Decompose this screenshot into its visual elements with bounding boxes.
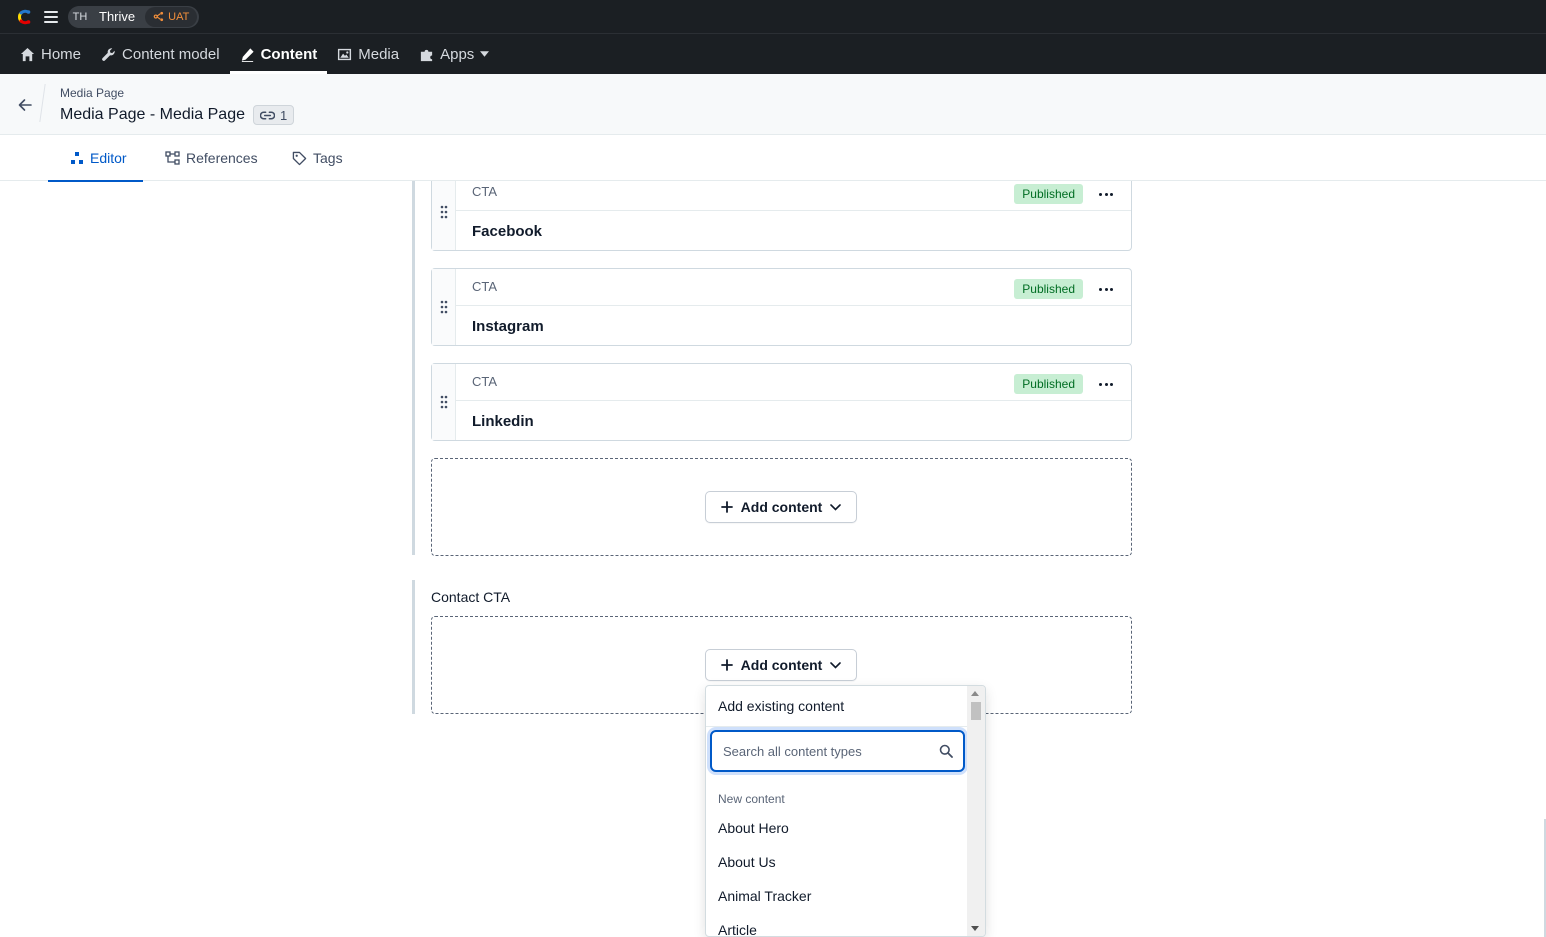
header-divider (39, 84, 46, 122)
card-divider (456, 210, 1131, 211)
home-icon (20, 47, 35, 61)
references-icon (165, 151, 180, 165)
contentful-logo-icon[interactable] (14, 7, 34, 27)
status-badge: Published (1014, 374, 1083, 394)
main-nav: Home Content model Content Media Apps (0, 33, 1546, 74)
nav-content[interactable]: Content (229, 34, 328, 74)
status-badge: Published (1014, 279, 1083, 299)
nav-content-model[interactable]: Content model (91, 34, 230, 74)
top-bar: TH Thrive UAT (0, 0, 1546, 33)
content-type-search[interactable] (710, 730, 965, 772)
menu-divider (706, 726, 967, 727)
status-badge: Published (1014, 184, 1083, 204)
nav-home-label: Home (41, 45, 82, 63)
scrollbar-thumb[interactable] (971, 702, 981, 720)
nav-content-model-label: Content model (122, 45, 220, 63)
space-switcher[interactable]: TH Thrive UAT (68, 5, 200, 28)
new-content-group-label: New content (718, 792, 785, 806)
tab-references[interactable]: References (165, 135, 258, 181)
scroll-up-icon[interactable] (971, 691, 979, 696)
content-type-item[interactable]: About Us (718, 854, 776, 870)
card-divider (456, 400, 1131, 401)
drag-handle-icon[interactable] (432, 364, 456, 440)
chevron-down-icon (830, 661, 842, 669)
nav-apps-label: Apps (440, 45, 475, 63)
add-content-menu: Add existing content New content About H… (705, 685, 986, 937)
edit-icon (241, 47, 254, 62)
environment-name: UAT (168, 10, 190, 23)
scroll-down-icon[interactable] (971, 926, 979, 931)
add-content-button[interactable]: Add content (705, 491, 857, 523)
content-type-item[interactable]: Article (718, 922, 757, 936)
nav-media-label: Media (358, 45, 400, 63)
entry-header: Media Page Media Page - Media Page 1 (0, 74, 1546, 135)
caret-down-icon (480, 51, 490, 57)
more-actions-icon[interactable] (1099, 184, 1113, 204)
tab-editor[interactable]: Editor (48, 135, 143, 182)
puzzle-icon (420, 49, 433, 61)
add-existing-content-item[interactable]: Add existing content (718, 698, 844, 714)
add-content-button[interactable]: Add content (705, 649, 857, 681)
contact-cta-label: Contact CTA (431, 589, 511, 605)
card-title: Facebook (472, 223, 543, 240)
nav-content-label: Content (260, 45, 318, 63)
plus-icon (720, 659, 733, 671)
tab-tags[interactable]: Tags (292, 135, 343, 181)
tab-tags-label: Tags (313, 150, 343, 166)
more-actions-icon[interactable] (1099, 279, 1113, 299)
card-divider (456, 305, 1131, 306)
nav-home[interactable]: Home (10, 34, 91, 74)
reference-count: 1 (280, 107, 288, 123)
reference-card[interactable]: CTA Published Facebook (431, 181, 1132, 251)
card-content-type: CTA (472, 184, 498, 199)
reference-card[interactable]: CTA Published Instagram (431, 268, 1132, 346)
drag-handle-icon[interactable] (432, 269, 456, 345)
menu-icon[interactable] (44, 10, 58, 23)
environment-badge[interactable]: UAT (145, 6, 198, 27)
plus-icon (720, 501, 733, 513)
nav-media[interactable]: Media (327, 34, 409, 74)
editor-icon (71, 152, 83, 164)
search-input[interactable] (723, 743, 939, 759)
space-name: Thrive (99, 9, 136, 24)
search-icon (939, 744, 953, 758)
branch-icon (153, 11, 164, 22)
back-button[interactable] (14, 94, 36, 116)
menu-scrollbar[interactable] (967, 686, 985, 936)
card-content-type: CTA (472, 279, 498, 294)
link-icon (260, 110, 275, 120)
nav-apps[interactable]: Apps (409, 34, 499, 74)
card-title: Linkedin (472, 413, 534, 430)
card-title: Instagram (472, 318, 544, 335)
breadcrumb: Media Page (60, 86, 125, 100)
wrench-icon (102, 47, 115, 61)
entry-tabs: Editor References Tags (0, 135, 1546, 182)
space-avatar: TH (69, 5, 91, 28)
add-content-label: Add content (740, 657, 823, 673)
drag-handle-icon[interactable] (432, 181, 456, 250)
reference-count-badge[interactable]: 1 (253, 105, 295, 125)
tab-references-label: References (186, 150, 258, 166)
entry-title-text: Media Page - Media Page (60, 106, 245, 123)
tag-icon (292, 151, 307, 165)
content-type-item[interactable]: Animal Tracker (718, 888, 811, 904)
field-indicator (412, 181, 415, 555)
more-actions-icon[interactable] (1099, 374, 1113, 394)
reference-card[interactable]: CTA Published Linkedin (431, 363, 1132, 441)
content-type-item[interactable]: About Hero (718, 820, 789, 836)
arrow-left-icon (18, 99, 32, 111)
card-content-type: CTA (472, 374, 498, 389)
entry-title: Media Page - Media Page 1 (60, 105, 295, 125)
tab-editor-label: Editor (90, 150, 127, 166)
chevron-down-icon (830, 503, 842, 511)
field-indicator (412, 580, 415, 714)
add-content-label: Add content (740, 499, 823, 515)
image-icon (338, 48, 352, 60)
